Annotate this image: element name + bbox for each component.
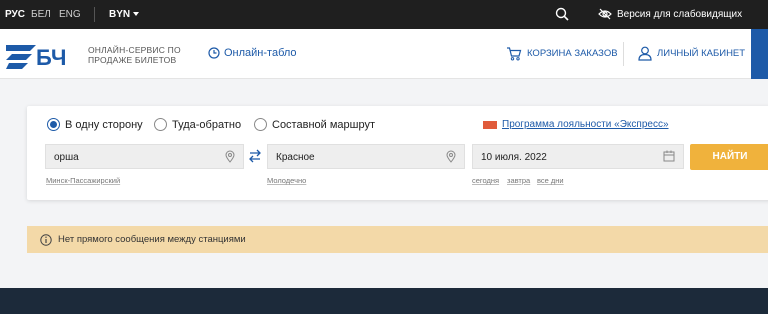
from-suggestion[interactable]: Минск-Пассажирский (46, 176, 120, 185)
cart-icon (507, 47, 522, 61)
date-shortcut-today[interactable]: сегодня (472, 176, 499, 185)
service-line-2: продаже билетов (88, 55, 177, 65)
to-station-input[interactable]: Красное (267, 144, 465, 169)
site-header: БЧ Онлайн-сервис по продаже билетов Онла… (0, 29, 768, 79)
swap-stations-icon[interactable] (248, 148, 262, 164)
no-direct-route-alert: Нет прямого сообщения между станциями (27, 226, 768, 253)
account-link[interactable]: Личный кабинет (638, 46, 745, 61)
currency-label: BYN (109, 9, 131, 20)
radio-one-way[interactable]: В одну сторону (47, 118, 143, 131)
find-button[interactable]: НАЙТИ (690, 144, 768, 170)
location-pin-icon (225, 150, 235, 163)
radio-round-trip[interactable]: Туда-обратно (154, 118, 241, 131)
ticket-icon (483, 120, 497, 129)
date-input[interactable]: 10 июля. 2022 (472, 144, 684, 169)
loyalty-program-link[interactable]: Программа лояльности «Экспресс» (483, 119, 669, 130)
accessibility-link[interactable]: Версия для слабовидящих (598, 8, 742, 20)
radio-composite-route[interactable]: Составной маршрут (254, 118, 375, 131)
user-icon (638, 46, 652, 61)
info-icon (40, 233, 52, 246)
location-pin-icon (446, 150, 456, 163)
eye-slash-icon (598, 8, 612, 20)
radio-selected-icon (47, 118, 60, 131)
loyalty-label: Программа лояльности «Экспресс» (502, 119, 669, 130)
lang-by[interactable]: БЕЛ (31, 9, 51, 20)
cart-link[interactable]: Корзина заказов (506, 46, 618, 61)
divider (623, 42, 624, 66)
service-tagline: Онлайн-сервис по продаже билетов (88, 45, 181, 65)
cart-label: Корзина заказов (527, 48, 618, 59)
svg-text:БЧ: БЧ (36, 45, 66, 70)
search-panel: В одну сторону Туда-обратно Составной ма… (27, 106, 768, 200)
date-value: 10 июля. 2022 (481, 152, 547, 163)
currency-select[interactable]: BYN (109, 9, 140, 20)
header-blue-button[interactable] (751, 29, 768, 79)
radio-round-trip-label: Туда-обратно (172, 118, 242, 131)
alert-message: Нет прямого сообщения между станциями (58, 234, 246, 245)
calendar-icon (663, 150, 675, 162)
accessibility-label: Версия для слабовидящих (617, 8, 743, 20)
bch-logo[interactable]: БЧ (6, 38, 86, 72)
radio-icon (254, 118, 267, 131)
lang-ru[interactable]: РУС (5, 9, 25, 20)
radio-composite-label: Составной маршрут (272, 118, 375, 131)
chevron-down-icon (133, 12, 140, 17)
date-shortcut-tomorrow[interactable]: завтра (507, 176, 530, 185)
to-station-value: Красное (276, 152, 315, 163)
service-line-1: Онлайн-сервис по (88, 45, 181, 55)
online-board-link[interactable]: Онлайн-табло (208, 47, 297, 59)
radio-one-way-label: В одну сторону (65, 118, 143, 131)
divider (94, 7, 95, 22)
to-suggestion[interactable]: Молодечно (267, 176, 306, 185)
clock-icon (208, 47, 220, 59)
online-board-label: Онлайн-табло (224, 47, 297, 59)
date-shortcut-all[interactable]: все дни (537, 176, 564, 185)
from-station-value: орша (54, 152, 79, 163)
radio-icon (154, 118, 167, 131)
account-label: Личный кабинет (657, 48, 746, 59)
lang-en[interactable]: ENG (59, 9, 81, 20)
top-bar: РУС БЕЛ ENG BYN Версия для слабовидящих (0, 0, 768, 29)
footer (0, 288, 768, 314)
search-icon[interactable] (555, 7, 569, 21)
from-station-input[interactable]: орша (45, 144, 244, 169)
